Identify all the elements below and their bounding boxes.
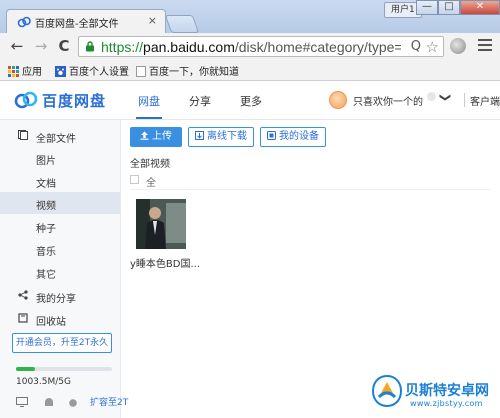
forward-button[interactable]: → [32,37,50,55]
upload-button[interactable]: 上传 [130,127,182,147]
page-content: 百度网盘 网盘 分享 更多 只喜欢你一个的 ❯ 客户端 全部文件 图片 文档 视… [0,81,500,418]
upload-icon [140,131,149,140]
menu-icon[interactable] [478,39,492,53]
new-tab-button[interactable] [164,15,200,33]
reload-button[interactable]: C [55,37,73,55]
sidebar-item-label: 我的分享 [36,294,76,305]
vip-upgrade-button[interactable]: 开通会员，升至2T永久 [12,333,112,353]
quota-text: 1003.5M/5G [16,377,71,387]
share-icon [18,290,28,300]
minimize-button[interactable]: — [416,0,438,15]
video-thumbnail-image [136,199,186,249]
monitor-icon[interactable] [16,397,28,407]
video-thumbnail[interactable] [136,199,186,249]
divider [464,93,465,107]
back-button[interactable]: ← [8,37,26,55]
sidebar-item-other[interactable]: 其它 [0,261,120,283]
sidebar-item-recycle[interactable]: 回收站 [0,308,120,330]
sidebar-item-images[interactable]: 图片 [0,147,120,169]
baidu-paw-icon [55,66,66,77]
browser-toolbar: ← → C https://pan.baidu.com/disk/home#ca… [0,33,500,61]
my-device-button[interactable]: 我的设备 [260,127,326,147]
file-name[interactable]: y睡本色BD国... [130,255,200,270]
breadcrumb: 全部视频 [130,159,170,170]
device-icon [267,131,276,140]
baidu-pan-favicon-icon [17,16,31,28]
bookmark-baidu-settings[interactable]: 百度个人设置 [55,63,129,78]
file-area: 上传 离线下载 我的设备 全部视频 全 y睡本色BD国... [121,120,500,418]
lock-icon [86,41,94,52]
extension-globe-icon[interactable] [450,38,466,54]
chevron-down-icon[interactable]: ❯ [439,93,452,102]
sidebar-item-all-files[interactable]: 全部文件 [0,125,120,147]
avatar[interactable] [329,91,347,109]
sidebar-item-videos[interactable]: 视频 [0,192,120,214]
watermark-logo-icon [372,375,402,407]
apps-grid-icon [8,66,19,77]
tab-close-icon[interactable]: × [148,14,157,27]
footer-icons: 扩容至2T [16,394,128,410]
sidebar: 全部文件 图片 文档 视频 种子 音乐 其它 我的分享 回收站 开通会员，升至2… [0,120,128,418]
android-icon[interactable] [44,397,54,407]
files-icon [18,130,28,140]
browser-titlebar: 百度网盘-全部文件 × 用户1 — □ ✕ [0,0,500,33]
sidebar-item-label: 回收站 [36,317,66,328]
client-link[interactable]: 客户端 [470,93,500,108]
nav-share[interactable]: 分享 [189,93,211,109]
logo-text: 百度网盘 [42,92,107,110]
address-bar[interactable]: https://pan.baidu.com/disk/home#category… [78,36,444,57]
browser-tab[interactable]: 百度网盘-全部文件 × [6,9,166,33]
tab-title: 百度网盘-全部文件 [35,19,119,30]
offline-download-button[interactable]: 离线下载 [188,127,254,147]
list-header: 全 [130,173,490,190]
nav-pan[interactable]: 网盘 [136,93,162,119]
select-all-label: 全 [146,178,156,189]
select-all-checkbox[interactable] [130,175,139,184]
bookmark-star-icon[interactable]: ☆ [426,38,439,56]
sidebar-item-my-share[interactable]: 我的分享 [0,285,120,307]
watermark-name: 贝斯特安卓网 [405,383,489,399]
trash-icon [18,313,28,323]
bookmarks-bar: 应用 百度个人设置 百度一下，你就知道 [0,60,500,81]
quota-bar [16,367,112,371]
quota-fill [16,367,36,371]
url-text: https://pan.baidu.com/disk/home#category… [101,39,401,55]
username[interactable]: 只喜欢你一个的 [353,93,423,108]
cloud-logo-icon [14,91,38,109]
sidebar-item-music[interactable]: 音乐 [0,238,120,260]
sidebar-item-torrents[interactable]: 种子 [0,215,120,237]
sidebar-item-docs[interactable]: 文档 [0,170,120,192]
zoom-icon[interactable]: Q [411,39,421,54]
nav-more[interactable]: 更多 [240,93,262,109]
bookmark-apps[interactable]: 应用 [8,63,42,78]
sidebar-item-label: 全部文件 [36,134,76,145]
page-icon [136,66,146,77]
site-header: 百度网盘 网盘 分享 更多 只喜欢你一个的 ❯ 客户端 [0,81,500,120]
watermark-url: www.zjbstyy.com [410,399,483,408]
apple-icon[interactable] [68,397,78,407]
download-icon [195,131,204,140]
maximize-button[interactable]: □ [438,0,460,15]
close-window-button[interactable]: ✕ [460,0,500,15]
bookmark-baidu-home[interactable]: 百度一下，你就知道 [136,63,239,78]
vip-badge-icon [427,92,436,101]
